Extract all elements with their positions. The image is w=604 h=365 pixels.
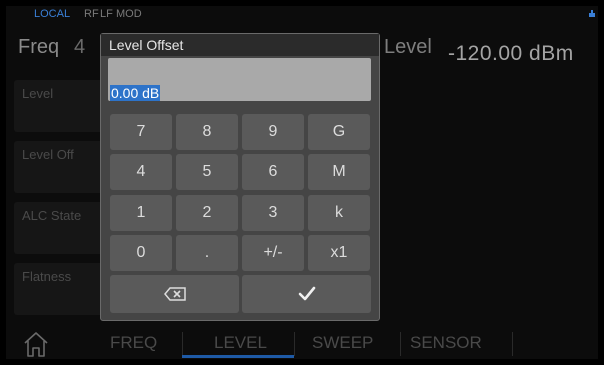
value-entry-field[interactable]: 0.00 dB [108, 58, 371, 101]
home-icon[interactable] [22, 330, 50, 358]
key-9[interactable]: 9 [242, 114, 304, 150]
entry-value[interactable]: 0.00 dB [110, 85, 161, 101]
freq-label[interactable]: Freq [18, 36, 59, 59]
key-0[interactable]: 0 [110, 235, 172, 271]
key-1[interactable]: 1 [110, 195, 172, 231]
menu-item-label: ALC State [22, 208, 82, 223]
key-decimal[interactable]: . [176, 235, 238, 271]
key-giga[interactable]: G [308, 114, 370, 150]
freq-value[interactable]: 4 [74, 36, 85, 59]
key-7[interactable]: 7 [110, 114, 172, 150]
key-x1[interactable]: x1 [308, 235, 370, 271]
menu-item-flatness[interactable]: Flatness [14, 263, 104, 315]
key-2[interactable]: 2 [176, 195, 238, 231]
key-8[interactable]: 8 [176, 114, 238, 150]
tab-level[interactable]: LEVEL [214, 333, 267, 353]
usb-icon [589, 10, 595, 17]
menu-item-label: Level Off [22, 147, 74, 162]
nav-separator [512, 332, 513, 356]
menu-item-level-offset[interactable]: Level Off [14, 141, 104, 193]
key-5[interactable]: 5 [176, 154, 238, 190]
lf-indicator: LF [100, 8, 113, 20]
level-offset-dialog: Level Offset 0.00 dB 7 8 9 G 4 5 6 M 1 2… [100, 33, 380, 321]
tab-sweep[interactable]: SWEEP [312, 333, 373, 353]
tab-sensor[interactable]: SENSOR [410, 333, 482, 353]
check-icon [298, 286, 315, 301]
backspace-button[interactable] [110, 275, 239, 313]
key-4[interactable]: 4 [110, 154, 172, 190]
nav-separator [182, 332, 183, 356]
key-6[interactable]: 6 [242, 154, 304, 190]
dialog-title-bar: Level Offset [101, 34, 379, 56]
level-label[interactable]: Level [384, 36, 432, 59]
nav-separator [294, 332, 295, 356]
key-3[interactable]: 3 [242, 195, 304, 231]
bottom-nav: FREQ LEVEL SWEEP SENSOR [6, 328, 598, 359]
menu-item-label: Level [22, 86, 54, 101]
instrument-screen: LOCAL RF LF MOD Freq 4 Level -120.00 dBm… [6, 6, 598, 359]
menu-item-label: Flatness [22, 269, 72, 284]
level-value[interactable]: -120.00 dBm [448, 42, 574, 66]
key-mega[interactable]: M [308, 154, 370, 190]
mod-indicator: MOD [116, 8, 142, 20]
local-indicator[interactable]: LOCAL [34, 8, 70, 20]
menu-item-level[interactable]: Level [14, 80, 104, 132]
key-kilo[interactable]: k [308, 195, 370, 231]
key-sign[interactable]: +/- [242, 235, 304, 271]
status-bar: LOCAL RF LF MOD [6, 6, 598, 26]
menu-item-alc-state[interactable]: ALC State [14, 202, 104, 254]
rf-indicator: RF [84, 8, 99, 20]
confirm-button[interactable] [242, 275, 371, 313]
dialog-title: Level Offset [109, 37, 184, 53]
active-tab-indicator [182, 355, 294, 358]
tab-freq[interactable]: FREQ [110, 333, 157, 353]
nav-separator [400, 332, 401, 356]
backspace-icon [163, 287, 186, 301]
